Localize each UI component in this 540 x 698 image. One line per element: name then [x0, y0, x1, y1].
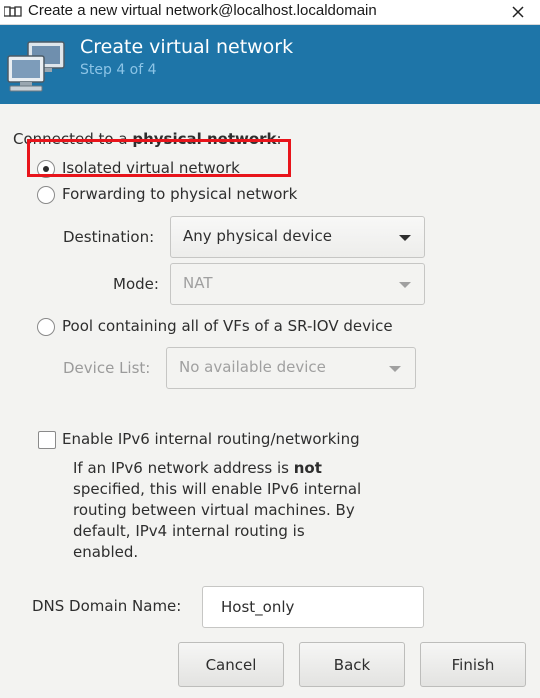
mode-label: Mode:	[113, 275, 159, 293]
device-list-label: Device List:	[63, 359, 151, 377]
device-list-dropdown: No available device	[166, 347, 416, 389]
forwarding-radio[interactable]	[37, 186, 55, 204]
mode-value: NAT	[183, 274, 213, 292]
isolated-radio[interactable]	[37, 160, 55, 178]
isolated-radio-label[interactable]: Isolated virtual network	[62, 159, 240, 177]
window-titlebar: Create a new virtual network@localhost.l…	[0, 0, 540, 25]
ipv6-checkbox-label[interactable]: Enable IPv6 internal routing/networking	[62, 430, 360, 448]
sriov-radio[interactable]	[37, 318, 55, 336]
ipv6-checkbox[interactable]	[38, 431, 56, 449]
back-button[interactable]: Back	[299, 642, 405, 687]
dns-domain-input[interactable]	[202, 586, 424, 628]
section-label-suffix: :	[276, 130, 282, 148]
ipv6-note-part1: If an IPv6 network address is	[73, 459, 294, 477]
section-label-prefix: Connected to a	[13, 130, 133, 148]
close-icon[interactable]	[510, 4, 526, 20]
window-title: Create a new virtual network@localhost.l…	[28, 2, 377, 19]
chevron-down-icon	[399, 282, 411, 288]
ipv6-note-part2: specified, this will enable IPv6 interna…	[73, 480, 362, 561]
destination-dropdown[interactable]: Any physical device	[170, 216, 425, 258]
connection-section-label: Connected to a physical network:	[13, 130, 282, 148]
wizard-title: Create virtual network	[80, 36, 294, 58]
virt-manager-icon	[4, 6, 22, 17]
finish-button[interactable]: Finish	[420, 642, 526, 687]
device-list-value: No available device	[179, 358, 326, 376]
destination-label: Destination:	[63, 228, 155, 246]
network-computers-icon	[7, 41, 65, 92]
chevron-down-icon	[389, 366, 401, 372]
forwarding-radio-label[interactable]: Forwarding to physical network	[62, 185, 297, 203]
cancel-button[interactable]: Cancel	[178, 642, 284, 687]
wizard-step: Step 4 of 4	[80, 62, 157, 78]
destination-value: Any physical device	[183, 227, 332, 245]
mode-dropdown: NAT	[170, 263, 425, 305]
wizard-header: Create virtual network Step 4 of 4	[0, 25, 540, 104]
dns-domain-label: DNS Domain Name:	[32, 597, 182, 615]
chevron-down-icon	[399, 235, 411, 241]
ipv6-note-bold: not	[293, 459, 322, 477]
section-label-bold: physical network	[132, 130, 277, 148]
ipv6-note: If an IPv6 network address is not specif…	[73, 458, 373, 563]
sriov-radio-label[interactable]: Pool containing all of VFs of a SR-IOV d…	[62, 317, 393, 335]
